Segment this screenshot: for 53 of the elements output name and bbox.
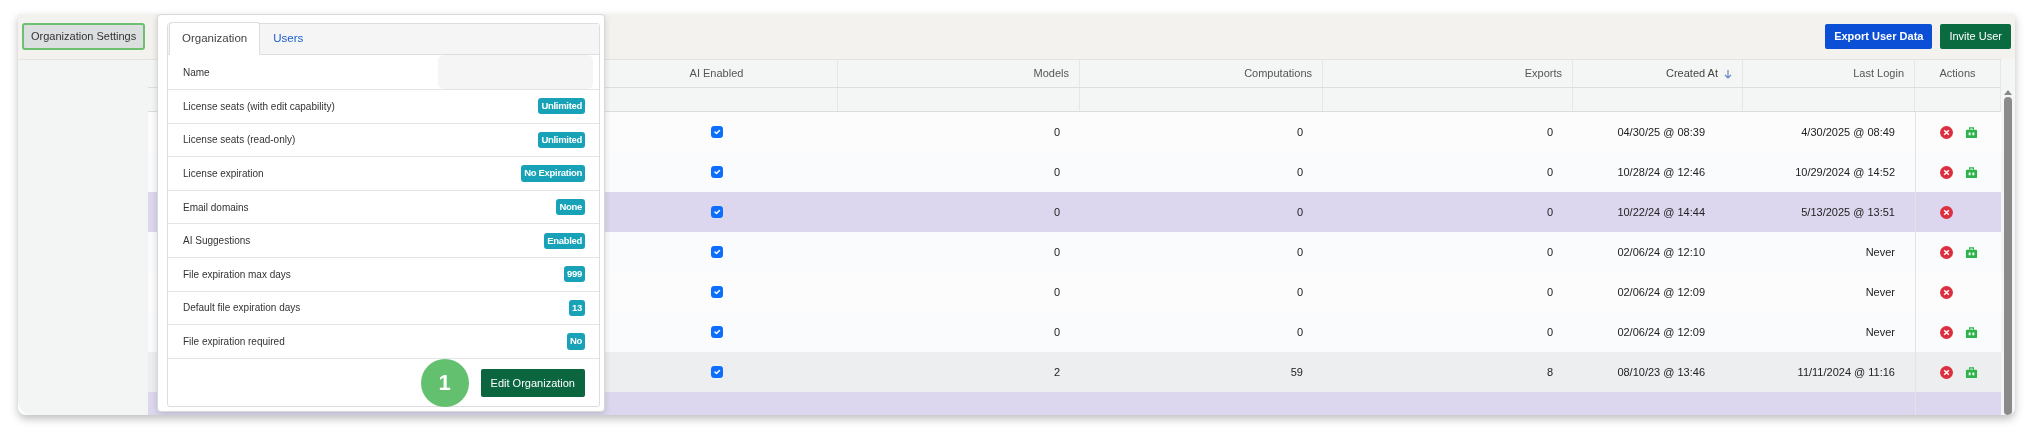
table-cell-text: 08/10/23 @ 13:46	[1617, 364, 1705, 380]
table-cell-text: 0	[1546, 284, 1553, 300]
table-cell-text: 0	[1546, 324, 1553, 340]
table-cell-text: 0	[1053, 324, 1060, 340]
setting-badge: 999	[564, 266, 585, 283]
setting-badge: Unlimited	[538, 98, 585, 115]
setting-label: AI Suggestions	[183, 234, 251, 249]
table-cell-text: 0	[1296, 204, 1303, 220]
table-cell-text: 10/22/24 @ 14:44	[1617, 204, 1705, 220]
setting-label: Default file expiration days	[183, 301, 301, 316]
setting-label: File expiration max days	[183, 267, 291, 282]
table-cell-text: 02/06/24 @ 12:09	[1617, 284, 1705, 300]
table-cell-text: 4/30/2025 @ 08:49	[1801, 124, 1895, 140]
table-cell-text: 0	[1053, 164, 1060, 180]
table-cell-text: 0	[1296, 324, 1303, 340]
table-cell-text: 0	[1296, 284, 1303, 300]
table-cell-text: 11/11/2024 @ 11:16	[1797, 364, 1895, 380]
setting-badge: No	[566, 333, 585, 350]
table-cell-text: 10/29/2024 @ 14:52	[1795, 164, 1895, 180]
setting-badge: Unlimited	[538, 131, 585, 148]
table-cell-text: 0	[1053, 284, 1060, 300]
table-cell-text: 0	[1296, 124, 1303, 140]
table-cell-text: Never	[1865, 244, 1895, 260]
step-marker: 1	[420, 358, 469, 407]
table-cell-text: 0	[1053, 244, 1060, 260]
setting-label: Email domains	[183, 200, 249, 215]
table-cell-text: 0	[1546, 244, 1553, 260]
setting-badge: No Expiration	[521, 165, 585, 182]
table-cell-text: 5/13/2025 @ 13:51	[1801, 204, 1895, 220]
table-cell-text: 0	[1053, 124, 1060, 140]
setting-label: File expiration required	[183, 334, 285, 349]
table-cell-text: 02/06/24 @ 12:09	[1617, 324, 1705, 340]
table-cell-text: 0	[1296, 244, 1303, 260]
table-cell-text: 0	[1296, 164, 1303, 180]
table-cell-text: 02/06/24 @ 12:10	[1617, 244, 1705, 260]
table-cell-text: Never	[1865, 284, 1895, 300]
table-cell-text: 59	[1290, 364, 1303, 380]
table-cell-text: 8	[1546, 364, 1553, 380]
table-cell-text: 0	[1546, 204, 1553, 220]
table-cell-text: 0	[1546, 164, 1553, 180]
table-cell-text: 04/30/25 @ 08:39	[1617, 124, 1705, 140]
table-cell-text: 0	[1546, 124, 1553, 140]
table-cell-text: 0	[1053, 204, 1060, 220]
setting-label: License expiration	[183, 167, 264, 181]
setting-label: License seats (read-only)	[183, 133, 296, 148]
table-cell-text: Never	[1865, 324, 1895, 340]
setting-badge: Enabled	[544, 232, 585, 249]
table-cell-text: 10/28/24 @ 12:46	[1617, 164, 1705, 180]
table-cell-text: 2	[1053, 364, 1060, 380]
setting-label: Name	[183, 65, 210, 80]
setting-badge: 13	[569, 299, 585, 316]
setting-badge: None	[556, 198, 585, 216]
setting-label: License seats (with edit capability)	[183, 99, 335, 114]
